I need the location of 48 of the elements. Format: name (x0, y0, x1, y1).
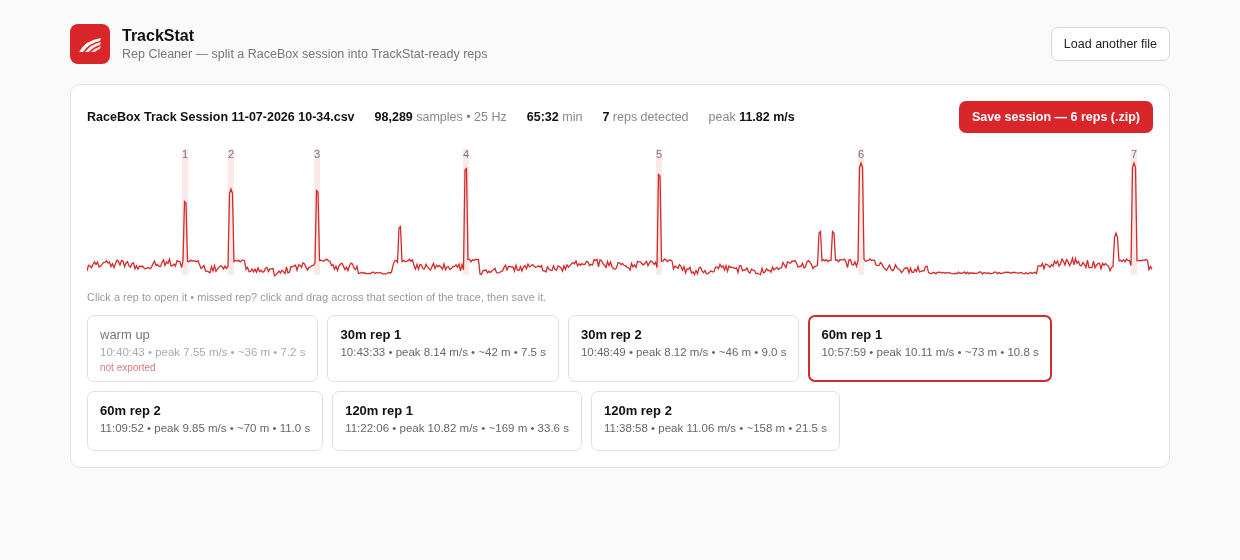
rep-number: 6 (857, 148, 865, 160)
rep-marker-band[interactable] (656, 149, 662, 275)
rep-marker-band[interactable] (858, 149, 864, 275)
speed-trace[interactable] (87, 162, 1153, 277)
rep-number: 1 (181, 148, 189, 160)
rep-details: 11:38:58 • peak 11.06 m/s • ~158 m • 21.5 s (603, 422, 827, 434)
rep-card[interactable]: 60m rep 1 10:57:59 • peak 10.11 m/s • ~73 m • 10.8 s (808, 315, 1052, 382)
hint-text: Click a rep to open it • missed rep? click and drag across that section of the trace, then save it. (87, 291, 548, 303)
rep-title: 60m rep 1 (821, 327, 884, 342)
rep-number: 2 (227, 148, 235, 160)
rep-title: 120m rep 1 (345, 403, 415, 418)
rep-card[interactable]: 120m rep 2 11:38:58 • peak 11.06 m/s • ~158 m • 21.5 s (590, 391, 840, 451)
session-stat: peak 11.82 m/s (708, 110, 795, 124)
rep-title: 30m rep 1 (340, 327, 403, 342)
rep-card[interactable]: 30m rep 2 10:48:49 • peak 8.12 m/s • ~46 m • 9.0 s (567, 315, 800, 382)
rep-number: 5 (655, 148, 663, 160)
file-name: RaceBox Track Session 11-07-2026 10-34.csv (87, 110, 355, 124)
rep-card[interactable]: warm up 10:40:43 • peak 7.55 m/s • ~36 m • 7.2 s not exported (87, 315, 319, 382)
rep-marker-band[interactable] (314, 149, 320, 275)
rep-number: 4 (462, 148, 470, 160)
rep-details: 11:09:52 • peak 9.85 m/s • ~70 m • 11.0 s (100, 422, 311, 434)
logo-icon (70, 24, 110, 64)
rep-card[interactable]: 60m rep 2 11:09:52 • peak 9.85 m/s • ~70 m • 11.0 s (87, 391, 324, 451)
session-stat: 65:32 min (526, 110, 583, 124)
rep-marker-band[interactable] (463, 149, 469, 275)
rep-marker-band[interactable] (228, 149, 234, 275)
load-file-button[interactable]: Load another file (1050, 27, 1170, 61)
not-exported-label: not exported (100, 362, 157, 373)
rep-title: 120m rep 2 (603, 403, 673, 418)
rep-title: warm up (100, 327, 151, 342)
rep-card[interactable]: 120m rep 1 11:22:06 • peak 10.82 m/s • ~169 m • 33.6 s (332, 391, 582, 451)
rep-number: 3 (313, 148, 321, 160)
rep-marker-band[interactable] (1131, 149, 1137, 275)
session-stat: 98,289 samples • 25 Hz (374, 110, 507, 124)
save-session-button[interactable]: Save session — 6 reps (.zip) (958, 101, 1153, 133)
rep-details: 10:57:59 • peak 10.11 m/s • ~73 m • 10.8 s (821, 346, 1039, 358)
rep-marker-band[interactable] (182, 149, 188, 275)
rep-details: 10:48:49 • peak 8.12 m/s • ~46 m • 9.0 s (580, 346, 787, 358)
rep-card[interactable]: 30m rep 1 10:43:33 • peak 8.14 m/s • ~42 m • 7.5 s (327, 315, 559, 382)
app-title: TrackStat (122, 27, 196, 45)
rep-details: 10:40:43 • peak 7.55 m/s • ~36 m • 7.2 s (100, 346, 306, 358)
rep-details: 10:43:33 • peak 8.14 m/s • ~42 m • 7.5 s (340, 346, 546, 358)
rep-title: 30m rep 2 (580, 327, 643, 342)
rep-number: 7 (1130, 148, 1138, 160)
app-subtitle: Rep Cleaner — split a RaceBox session into TrackStat-ready reps (122, 47, 488, 61)
rep-title: 60m rep 2 (100, 403, 162, 418)
session-stat: 7 reps detected (602, 110, 689, 124)
rep-details: 11:22:06 • peak 10.82 m/s • ~169 m • 33.6 s (345, 422, 569, 434)
